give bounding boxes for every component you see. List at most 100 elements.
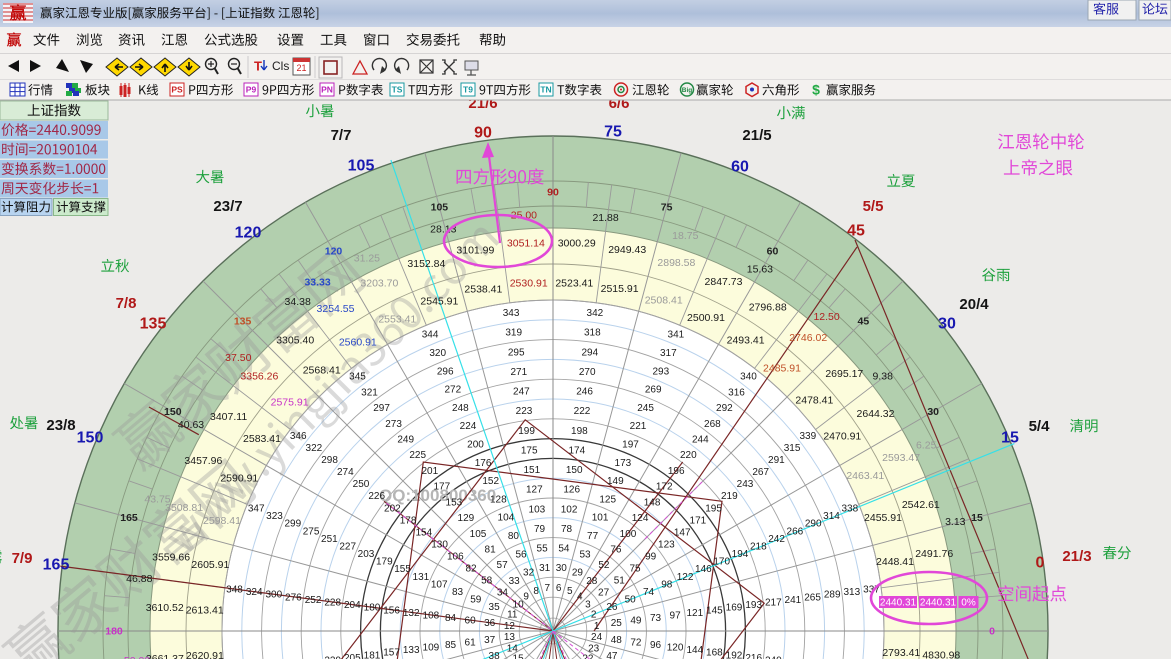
svg-text:2508.41: 2508.41 xyxy=(645,295,683,307)
svg-text:2847.73: 2847.73 xyxy=(705,276,743,288)
svg-text:345: 345 xyxy=(349,372,366,383)
svg-text:48: 48 xyxy=(611,635,623,646)
svg-text:153: 153 xyxy=(446,497,463,508)
svg-text:202: 202 xyxy=(384,503,401,514)
svg-text:249: 249 xyxy=(397,435,414,446)
svg-text:120: 120 xyxy=(667,643,684,654)
svg-text:60: 60 xyxy=(731,159,749,176)
svg-text:9: 9 xyxy=(523,592,529,603)
svg-text:247: 247 xyxy=(513,387,530,398)
svg-text:289: 289 xyxy=(824,590,841,601)
svg-text:243: 243 xyxy=(737,479,754,490)
svg-text:149: 149 xyxy=(607,476,624,487)
svg-text:4830.98: 4830.98 xyxy=(922,649,960,659)
svg-text:96: 96 xyxy=(650,640,662,651)
svg-text:2746.02: 2746.02 xyxy=(789,332,827,344)
svg-text:123: 123 xyxy=(658,539,675,550)
svg-text:75: 75 xyxy=(629,564,641,575)
svg-text:267: 267 xyxy=(752,467,769,478)
svg-text:133: 133 xyxy=(403,645,420,656)
svg-text:348: 348 xyxy=(226,585,243,596)
svg-text:129: 129 xyxy=(458,513,475,524)
svg-text:245: 245 xyxy=(637,403,654,414)
svg-text:76: 76 xyxy=(610,545,622,556)
svg-text:107: 107 xyxy=(431,579,448,590)
svg-text:250: 250 xyxy=(353,479,370,490)
svg-text:120: 120 xyxy=(325,246,343,258)
svg-text:2949.43: 2949.43 xyxy=(608,244,646,256)
svg-text:12: 12 xyxy=(504,621,516,632)
svg-text:222: 222 xyxy=(574,406,591,417)
svg-text:3: 3 xyxy=(585,600,591,611)
svg-text:125: 125 xyxy=(599,494,616,505)
svg-text:99: 99 xyxy=(645,552,657,563)
svg-text:2440.31: 2440.31 xyxy=(880,598,917,609)
svg-text:21.88: 21.88 xyxy=(592,212,618,224)
svg-text:2575.91: 2575.91 xyxy=(271,397,309,409)
svg-text:2796.88: 2796.88 xyxy=(749,301,787,313)
svg-text:248: 248 xyxy=(452,403,469,414)
svg-text:58: 58 xyxy=(481,576,493,587)
svg-text:226: 226 xyxy=(368,491,385,502)
svg-text:220: 220 xyxy=(680,450,697,461)
svg-text:55: 55 xyxy=(537,544,549,555)
svg-text:2793.41: 2793.41 xyxy=(882,647,920,659)
svg-text:33.33: 33.33 xyxy=(304,277,330,289)
svg-text:T9: T9 xyxy=(463,85,473,95)
svg-text:124: 124 xyxy=(632,513,649,524)
svg-text:2491.76: 2491.76 xyxy=(915,548,953,560)
svg-text:150: 150 xyxy=(77,430,104,447)
svg-text:2523.41: 2523.41 xyxy=(555,277,593,289)
svg-text:274: 274 xyxy=(337,467,354,478)
svg-text:168: 168 xyxy=(706,648,723,659)
svg-text:203: 203 xyxy=(358,549,375,560)
svg-text:293: 293 xyxy=(652,366,669,377)
svg-text:198: 198 xyxy=(571,426,588,437)
svg-text:298: 298 xyxy=(321,455,338,466)
svg-text:51: 51 xyxy=(614,576,626,587)
svg-text:200: 200 xyxy=(467,440,484,451)
svg-text:15: 15 xyxy=(513,653,525,659)
svg-text:174: 174 xyxy=(568,446,585,457)
svg-text:TS: TS xyxy=(392,85,403,95)
svg-text:2605.91: 2605.91 xyxy=(191,559,229,571)
svg-text:Cls: Cls xyxy=(272,59,289,73)
svg-text:151: 151 xyxy=(523,465,540,476)
svg-text:106: 106 xyxy=(447,552,464,563)
svg-text:31: 31 xyxy=(539,563,551,574)
svg-text:3152.84: 3152.84 xyxy=(407,258,445,270)
svg-text:177: 177 xyxy=(433,482,450,493)
svg-text:21/5: 21/5 xyxy=(742,127,771,144)
svg-text:3559.66: 3559.66 xyxy=(152,552,190,564)
svg-text:75: 75 xyxy=(604,124,622,141)
svg-text:30: 30 xyxy=(927,406,939,418)
svg-text:2530.91: 2530.91 xyxy=(510,278,548,290)
svg-text:2: 2 xyxy=(591,610,597,621)
svg-text:176: 176 xyxy=(475,458,492,469)
svg-text:152: 152 xyxy=(482,476,499,487)
svg-text:33: 33 xyxy=(509,576,521,587)
svg-text:322: 322 xyxy=(306,443,323,454)
svg-text:102: 102 xyxy=(561,504,578,515)
svg-text:318: 318 xyxy=(584,328,601,339)
svg-text:2545.91: 2545.91 xyxy=(420,296,458,308)
svg-text:97: 97 xyxy=(670,610,682,621)
svg-text:2455.91: 2455.91 xyxy=(864,512,902,524)
svg-text:46.88: 46.88 xyxy=(126,573,152,585)
svg-text:34.38: 34.38 xyxy=(285,296,311,308)
svg-text:77: 77 xyxy=(587,531,599,542)
svg-text:0: 0 xyxy=(989,626,995,638)
svg-text:170: 170 xyxy=(713,557,730,568)
svg-text:270: 270 xyxy=(579,367,596,378)
svg-text:52: 52 xyxy=(598,560,610,571)
svg-text:3356.26: 3356.26 xyxy=(240,371,278,383)
svg-text:120: 120 xyxy=(235,225,262,242)
svg-text:317: 317 xyxy=(660,348,677,359)
svg-text:321: 321 xyxy=(361,387,378,398)
svg-text:204: 204 xyxy=(344,600,361,611)
svg-text:84: 84 xyxy=(445,613,457,624)
svg-text:3.13: 3.13 xyxy=(945,516,966,528)
svg-text:196: 196 xyxy=(668,466,685,477)
svg-text:225: 225 xyxy=(409,450,426,461)
svg-text:2593.47: 2593.47 xyxy=(882,452,920,464)
